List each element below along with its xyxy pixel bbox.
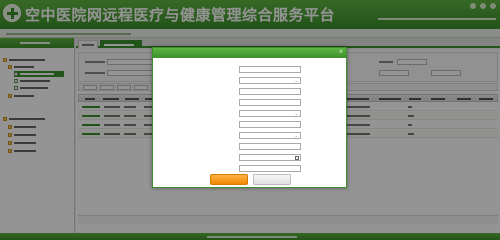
- chevron-down-icon: ⌄: [294, 111, 298, 116]
- form-row: ⌄: [153, 110, 348, 117]
- chevron-down-icon: ⌄: [294, 133, 298, 138]
- form-row: [153, 121, 348, 128]
- dialog-header: ×: [153, 48, 346, 58]
- select-field[interactable]: ⌄: [239, 132, 301, 139]
- text-field[interactable]: [239, 66, 301, 73]
- text-field[interactable]: [239, 88, 301, 95]
- form-row: ⌄: [153, 77, 348, 84]
- form-row: [153, 88, 348, 95]
- text-field[interactable]: [239, 143, 301, 150]
- cancel-button[interactable]: [253, 174, 291, 185]
- form-row: [153, 165, 348, 172]
- calendar-icon[interactable]: [295, 156, 299, 160]
- chevron-down-icon: ⌄: [294, 78, 298, 83]
- select-field[interactable]: ⌄: [239, 77, 301, 84]
- close-icon[interactable]: ×: [339, 50, 343, 55]
- edit-dialog: × ⌄ ⌄ ⌄: [152, 47, 347, 188]
- select-field[interactable]: ⌄: [239, 110, 301, 117]
- submit-button[interactable]: [210, 174, 248, 185]
- form-row: [153, 143, 348, 150]
- date-field[interactable]: [239, 154, 301, 161]
- text-field[interactable]: [239, 99, 301, 106]
- form-row: [153, 154, 348, 161]
- text-field[interactable]: [239, 165, 301, 172]
- text-field[interactable]: [239, 121, 301, 128]
- form-row: [153, 99, 348, 106]
- form-row: ⌄: [153, 132, 348, 139]
- form-row: [153, 66, 348, 73]
